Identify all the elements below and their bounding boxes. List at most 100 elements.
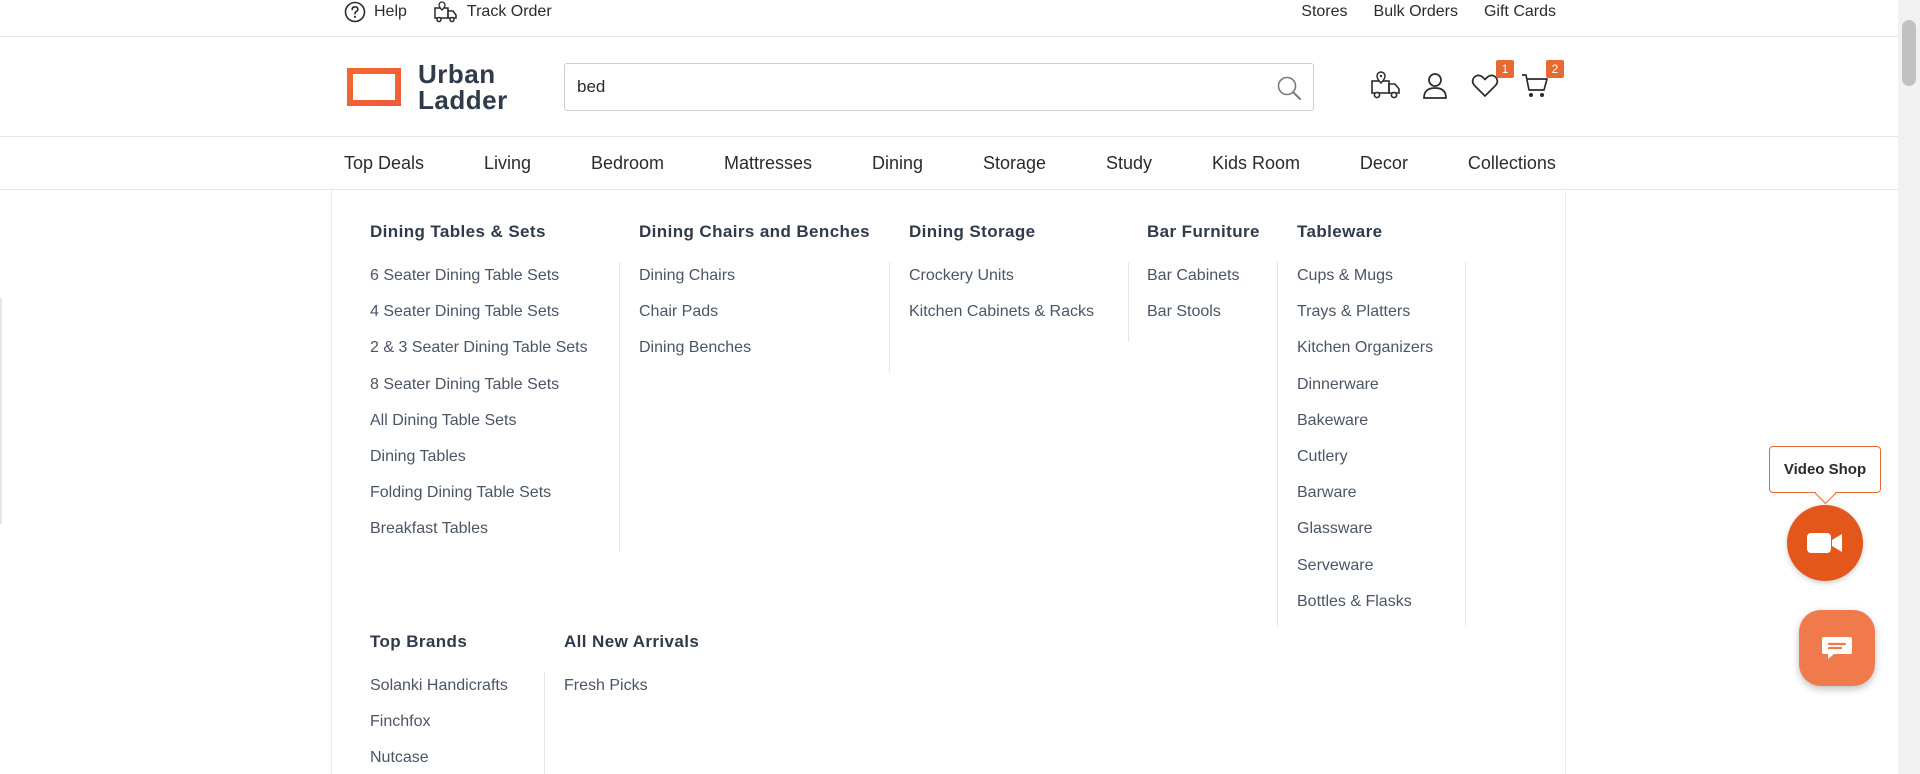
- user-icon: [1423, 73, 1447, 99]
- menu-col-top-brands: Top Brands Solanki Handicrafts Finchfox …: [370, 632, 508, 774]
- nav-list: Top Deals Living Bedroom Mattresses Dini…: [344, 137, 1556, 189]
- menu-link[interactable]: Dinnerware: [1297, 375, 1433, 411]
- menu-divider: [1128, 262, 1129, 342]
- menu-link[interactable]: Dining Benches: [639, 338, 870, 374]
- nav-bedroom[interactable]: Bedroom: [591, 153, 664, 174]
- menu-link[interactable]: Chair Pads: [639, 302, 870, 338]
- page-scrollbar[interactable]: [1898, 0, 1920, 774]
- nav-storage[interactable]: Storage: [983, 153, 1046, 174]
- menu-link[interactable]: Bakeware: [1297, 411, 1433, 447]
- scrollbar-thumb[interactable]: [1902, 20, 1916, 86]
- track-order-link[interactable]: Track Order: [433, 0, 552, 24]
- header-icons: 1 2: [1370, 60, 1564, 100]
- menu-link[interactable]: Dining Tables: [370, 447, 588, 483]
- menu-link[interactable]: Cutlery: [1297, 447, 1433, 483]
- page: Help Track Order Stores Bulk Orders Gift…: [0, 0, 1898, 774]
- menu-link[interactable]: Trays & Platters: [1297, 302, 1433, 338]
- menu-list-bar-furniture: Bar Cabinets Bar Stools: [1147, 266, 1260, 338]
- logo-line-2: Ladder: [418, 85, 508, 115]
- help-icon: [344, 1, 366, 23]
- menu-col-new-arrivals: All New Arrivals Fresh Picks: [564, 632, 699, 712]
- menu-col-dining-tables: Dining Tables & Sets 6 Seater Dining Tab…: [370, 222, 588, 556]
- menu-link[interactable]: Crockery Units: [909, 266, 1094, 302]
- menu-heading-bar-furniture[interactable]: Bar Furniture: [1147, 222, 1260, 242]
- menu-col-bar-furniture: Bar Furniture Bar Cabinets Bar Stools: [1147, 222, 1260, 338]
- help-link[interactable]: Help: [344, 1, 407, 23]
- video-shop-tooltip[interactable]: Video Shop: [1769, 446, 1881, 493]
- search-box: [564, 63, 1314, 111]
- video-camera-icon: [1807, 533, 1842, 553]
- gift-cards-link[interactable]: Gift Cards: [1484, 3, 1556, 21]
- logo-mark-icon: [347, 68, 401, 106]
- delivery-button[interactable]: [1370, 70, 1400, 100]
- menu-link[interactable]: Cups & Mugs: [1297, 266, 1433, 302]
- search-icon[interactable]: [1275, 74, 1303, 102]
- menu-link[interactable]: Fresh Picks: [564, 676, 699, 712]
- menu-link[interactable]: Bar Stools: [1147, 302, 1260, 338]
- menu-link[interactable]: Finchfox: [370, 712, 508, 748]
- nav-mattresses[interactable]: Mattresses: [724, 153, 812, 174]
- nav-collections[interactable]: Collections: [1468, 153, 1556, 174]
- menu-link[interactable]: Glassware: [1297, 519, 1433, 555]
- menu-link[interactable]: Solanki Handicrafts: [370, 676, 508, 712]
- menu-divider: [619, 262, 620, 552]
- account-button[interactable]: [1420, 70, 1450, 100]
- menu-heading-new-arrivals[interactable]: All New Arrivals: [564, 632, 699, 652]
- menu-link[interactable]: 6 Seater Dining Table Sets: [370, 266, 588, 302]
- menu-link[interactable]: 4 Seater Dining Table Sets: [370, 302, 588, 338]
- menu-list-dining-chairs: Dining Chairs Chair Pads Dining Benches: [639, 266, 870, 375]
- nav-dining[interactable]: Dining: [872, 153, 923, 174]
- menu-link[interactable]: Kitchen Cabinets & Racks: [909, 302, 1094, 338]
- menu-link[interactable]: 2 & 3 Seater Dining Table Sets: [370, 338, 588, 374]
- utility-right: Stores Bulk Orders Gift Cards: [1301, 0, 1556, 24]
- menu-list-dining-tables: 6 Seater Dining Table Sets 4 Seater Dini…: [370, 266, 588, 556]
- stores-link[interactable]: Stores: [1301, 3, 1347, 21]
- wishlist-button[interactable]: 1: [1470, 60, 1514, 100]
- background-edge: [0, 298, 2, 524]
- nav-study[interactable]: Study: [1106, 153, 1152, 174]
- menu-link[interactable]: Breakfast Tables: [370, 519, 588, 555]
- menu-heading-dining-chairs[interactable]: Dining Chairs and Benches: [639, 222, 870, 242]
- menu-heading-tableware[interactable]: Tableware: [1297, 222, 1433, 242]
- menu-link[interactable]: Folding Dining Table Sets: [370, 483, 588, 519]
- nav-kids-room[interactable]: Kids Room: [1212, 153, 1300, 174]
- nav-decor[interactable]: Decor: [1360, 153, 1408, 174]
- logo-wordmark: Urban Ladder: [418, 61, 508, 113]
- menu-col-dining-chairs: Dining Chairs and Benches Dining Chairs …: [639, 222, 870, 375]
- chat-bubble-icon: [1822, 637, 1852, 659]
- logo[interactable]: Urban Ladder: [344, 61, 508, 113]
- menu-link[interactable]: Kitchen Organizers: [1297, 338, 1433, 374]
- bulk-orders-link[interactable]: Bulk Orders: [1374, 3, 1458, 21]
- menu-link[interactable]: Barware: [1297, 483, 1433, 519]
- menu-link[interactable]: Bottles & Flasks: [1297, 592, 1433, 628]
- menu-divider: [1465, 262, 1466, 627]
- search-input[interactable]: [577, 64, 1257, 110]
- chat-button[interactable]: [1799, 610, 1875, 686]
- truck-icon: [434, 1, 457, 23]
- logo-line-1: Urban: [418, 59, 496, 89]
- menu-link[interactable]: Dining Chairs: [639, 266, 870, 302]
- video-shop-button[interactable]: [1787, 505, 1863, 581]
- menu-list-new-arrivals: Fresh Picks: [564, 676, 699, 712]
- menu-list-dining-storage: Crockery Units Kitchen Cabinets & Racks: [909, 266, 1094, 338]
- menu-heading-dining-tables[interactable]: Dining Tables & Sets: [370, 222, 588, 242]
- menu-link[interactable]: Nutcase: [370, 748, 508, 774]
- menu-link[interactable]: Bar Cabinets: [1147, 266, 1260, 302]
- menu-link[interactable]: All Dining Table Sets: [370, 411, 588, 447]
- menu-list-tableware: Cups & Mugs Trays & Platters Kitchen Org…: [1297, 266, 1433, 628]
- menu-link[interactable]: 8 Seater Dining Table Sets: [370, 375, 588, 411]
- menu-list-top-brands: Solanki Handicrafts Finchfox Nutcase: [370, 676, 508, 774]
- menu-heading-top-brands[interactable]: Top Brands: [370, 632, 508, 652]
- nav-top-deals[interactable]: Top Deals: [344, 153, 424, 174]
- cart-button[interactable]: 2: [1520, 60, 1564, 100]
- header: Urban Ladder bed 1 2: [0, 37, 1898, 137]
- help-label: Help: [374, 3, 407, 20]
- utility-bar: Help Track Order Stores Bulk Orders Gift…: [0, 0, 1898, 37]
- nav-living[interactable]: Living: [484, 153, 531, 174]
- dining-mega-menu: Dining Tables & Sets 6 Seater Dining Tab…: [331, 190, 1566, 774]
- utility-left: Help Track Order: [344, 0, 552, 24]
- delivery-truck-icon: [1371, 71, 1400, 99]
- main-nav: Top Deals Living Bedroom Mattresses Dini…: [0, 137, 1898, 190]
- menu-link[interactable]: Serveware: [1297, 556, 1433, 592]
- menu-heading-dining-storage[interactable]: Dining Storage: [909, 222, 1094, 242]
